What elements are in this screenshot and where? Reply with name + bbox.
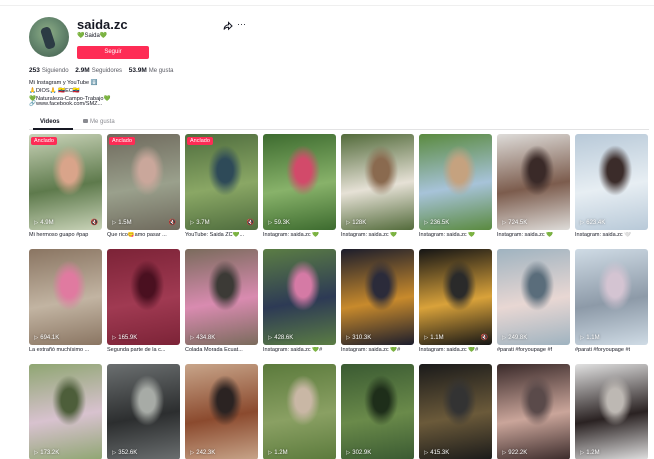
video-thumbnail[interactable]: 173.2K [29,364,102,459]
view-count: 428.6K [268,335,293,341]
view-count: 128K [346,220,366,226]
view-count: 173.2K [34,450,59,456]
video-thumbnail[interactable]: 623.4K [575,134,648,230]
video-thumbnail[interactable]: 302.9K [341,364,414,459]
video-thumbnail[interactable]: Anclado 3.7M 🔇 [185,134,258,230]
video-thumbnail[interactable]: 1.1M [575,249,648,345]
video-caption[interactable]: Colada Morada Ecuat... [185,347,258,353]
view-count: 1.1M [424,335,443,341]
following-count: 253 [29,67,40,74]
video-thumbnail[interactable]: 1.2M [263,364,336,459]
view-count: 724.5K [502,220,527,226]
likes-label: Me gusta [148,68,174,74]
video-thumbnail[interactable]: 236.5K [419,134,492,230]
view-count: 310.3K [346,335,371,341]
video-caption[interactable]: Instagram: saida.zc 🤍 [575,232,648,238]
video-thumbnail[interactable]: 242.3K [185,364,258,459]
pinned-badge: Anclado [31,137,57,145]
pinned-badge: Anclado [187,137,213,145]
video-thumbnail[interactable]: 415.3K [419,364,492,459]
video-caption[interactable]: Segunda parte de la c... [107,347,180,353]
view-count: 302.9K [346,450,371,456]
more-options-icon[interactable]: ··· [237,19,246,29]
video-thumbnail[interactable]: 165.9K [107,249,180,345]
video-caption[interactable]: Mi hermoso guapo #pap [29,232,102,238]
video-caption[interactable]: Que rico😋amo pasar ... [107,232,180,238]
bio-line: Mi Instagram y YouTube ⬇️ [29,80,98,86]
view-count: 59.3K [268,220,290,226]
video-caption[interactable]: #parati #foryoupage #f [497,347,570,353]
video-thumbnail[interactable]: 310.3K [341,249,414,345]
video-thumbnail[interactable]: 694.1K [29,249,102,345]
followers-count: 2.9M [75,67,90,74]
view-count: 623.4K [580,220,605,226]
bio-line: 🙏DIOS🙏 🇪🇨EC🇪🇨 [29,88,80,94]
avatar[interactable] [29,17,69,57]
video-thumbnail[interactable]: Anclado 4.9M 🔇 [29,134,102,230]
view-count: 922.2K [502,450,527,456]
video-thumbnail[interactable]: 128K [341,134,414,230]
profile-link-text[interactable]: www.facebook.com/SMZ... [36,101,102,107]
video-thumbnail[interactable]: 922.2K [497,364,570,459]
mute-icon: 🔇 [90,220,98,226]
view-count: 1.1M [580,335,599,341]
link-icon: 🔗 [29,101,36,107]
video-thumbnail[interactable]: 1.2M [575,364,648,459]
video-thumbnail[interactable]: Anclado 1.5M 🔇 [107,134,180,230]
profile-stats: 253 Siguiendo 2.9M Seguidores 53.9M Me gust… [29,67,178,74]
share-icon[interactable] [223,21,233,31]
mute-icon: 🔇 [168,220,176,226]
view-count: 3.7M [190,220,209,226]
profile-bio: Mi Instagram y YouTube ⬇️ 🙏DIOS🙏 🇪🇨EC🇪🇨 … [29,79,111,103]
video-thumbnail[interactable]: 428.6K [263,249,336,345]
video-caption[interactable]: Instagram: saida.zc 💚 [341,232,414,238]
video-thumbnail[interactable]: 59.3K [263,134,336,230]
video-caption[interactable]: Instagram: saida.zc 💚 [263,232,336,238]
lock-icon [83,119,88,123]
video-caption[interactable]: Instagram: saida.zc 💚# [263,347,336,353]
view-count: 165.9K [112,335,137,341]
following-label: Siguiendo [41,68,69,74]
view-count: 1.2M [580,450,599,456]
profile-link[interactable]: 🔗www.facebook.com/SMZ... [29,101,102,107]
mute-icon: 🔇 [480,335,488,341]
video-caption[interactable]: #parati #foryoupage #t [575,347,648,353]
view-count: 1.2M [268,450,287,456]
video-thumbnail[interactable]: 724.5K [497,134,570,230]
view-count: 4.9M [34,220,53,226]
followers-label: Seguidores [91,68,123,74]
tab-likes[interactable]: Me gusta [83,119,115,125]
tab-active-indicator [33,128,73,130]
view-count: 352.6K [112,450,137,456]
video-thumbnail[interactable]: 249.8K [497,249,570,345]
pinned-badge: Anclado [109,137,135,145]
view-count: 242.3K [190,450,215,456]
view-count: 434.8K [190,335,215,341]
video-caption[interactable]: YouTube: Saida ZC💚... [185,232,258,238]
view-count: 1.5M [112,220,131,226]
profile-nickname: 💚Saida💚 [77,33,108,39]
video-thumbnail[interactable]: 352.6K [107,364,180,459]
likes-count: 53.9M [128,67,147,74]
view-count: 249.8K [502,335,527,341]
view-count: 694.1K [34,335,59,341]
video-thumbnail[interactable]: 434.8K [185,249,258,345]
top-divider [0,0,654,6]
video-caption[interactable]: Instagram: saida.zc 💚# [419,347,492,353]
tab-likes-label: Me gusta [90,119,115,125]
view-count: 415.3K [424,450,449,456]
view-count: 236.5K [424,220,449,226]
profile-tabs: Videos Me gusta [29,118,649,130]
follow-button[interactable]: Seguir [77,46,149,59]
tab-videos[interactable]: Videos [40,119,60,125]
video-thumbnail[interactable]: 1.1M 🔇 [419,249,492,345]
video-caption[interactable]: Instagram: saida.zc 💚 [497,232,570,238]
profile-username: saida.zc [77,17,128,32]
video-caption[interactable]: Instagram: saida.zc 💚 [419,232,492,238]
video-caption[interactable]: La extrañó muchísimo ... [29,347,102,353]
video-caption[interactable]: Instagram: saida.zc 💚# [341,347,414,353]
mute-icon: 🔇 [246,220,254,226]
